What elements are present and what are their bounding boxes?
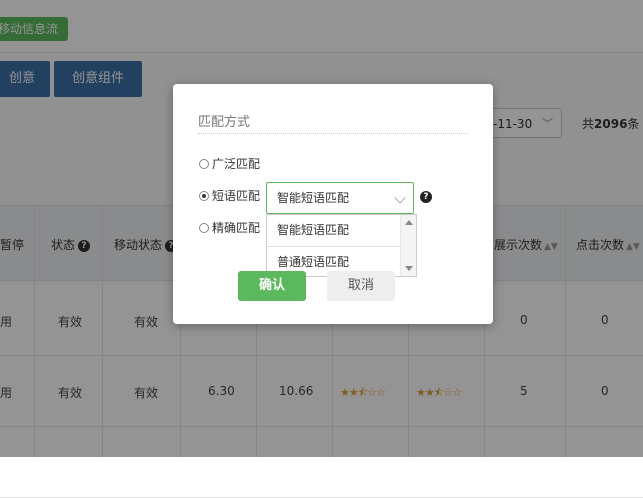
dialog-title: 匹配方式 xyxy=(198,115,251,130)
radio-broad-match[interactable]: 广泛匹配 xyxy=(199,155,260,172)
scroll-up-arrow-icon[interactable] xyxy=(405,220,413,225)
radio-circle-icon[interactable] xyxy=(199,158,209,169)
phrase-match-select[interactable]: 智能短语匹配 xyxy=(266,182,414,214)
cancel-button[interactable]: 取消 xyxy=(327,271,395,301)
confirm-button[interactable]: 确认 xyxy=(238,271,306,301)
question-circle-icon[interactable]: ? xyxy=(420,191,432,203)
dropdown-option-smart-phrase[interactable]: 智能短语匹配 xyxy=(267,215,401,246)
select-dropdown-list: 智能短语匹配 普通短语匹配 xyxy=(266,214,417,277)
chevron-down-icon[interactable] xyxy=(394,192,406,204)
dropdown-scrollbar[interactable] xyxy=(400,215,416,276)
select-value: 智能短语匹配 xyxy=(277,191,350,205)
radio-circle-icon[interactable] xyxy=(199,222,209,233)
title-divider xyxy=(198,133,468,134)
radio-phrase-match[interactable]: 短语匹配 xyxy=(199,187,260,204)
match-type-dialog: 匹配方式 广泛匹配 短语匹配 精确匹配 智能短语匹配 ? 智能短语匹配 普通短语… xyxy=(173,84,493,324)
radio-exact-match[interactable]: 精确匹配 xyxy=(199,219,260,236)
radio-checked-icon[interactable] xyxy=(199,190,209,201)
scroll-down-arrow-icon[interactable] xyxy=(405,266,413,271)
